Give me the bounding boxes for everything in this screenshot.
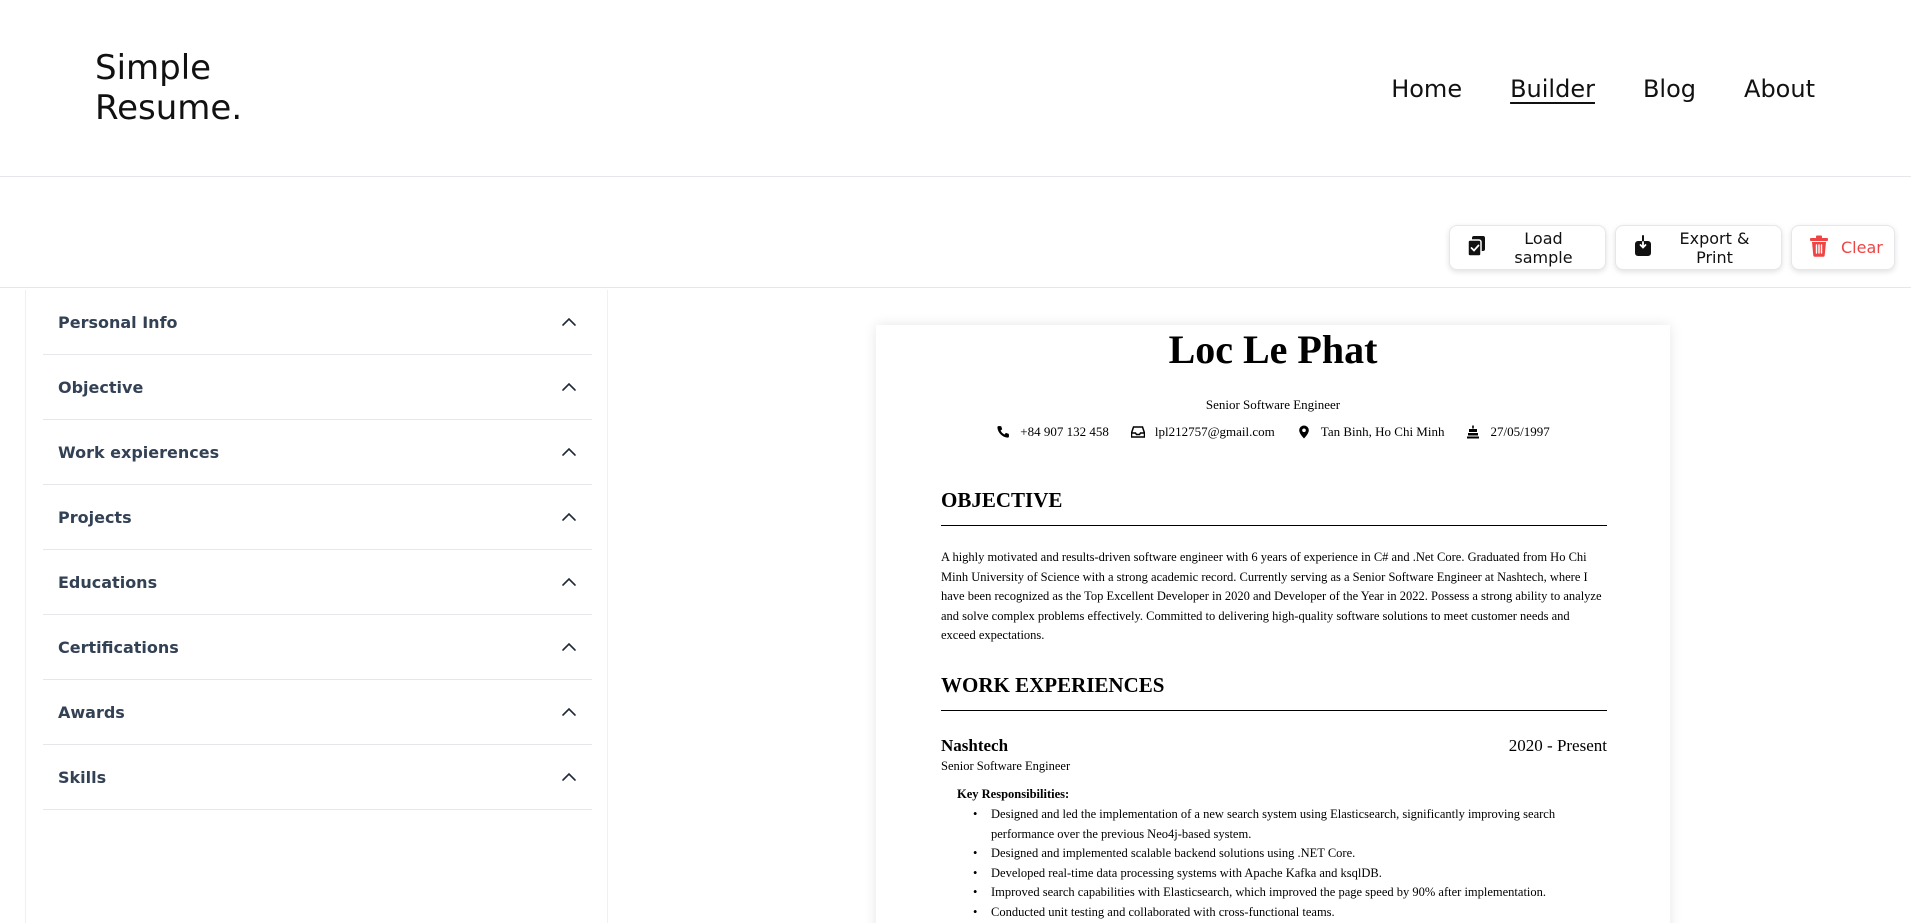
phone-icon <box>996 425 1010 439</box>
job-period: 2020 - Present <box>1508 736 1607 755</box>
export-print-button[interactable]: Export & Print <box>1615 225 1782 270</box>
chevron-up-icon <box>561 512 577 522</box>
list-item: Improved search capabilities with Elasti… <box>973 883 1593 903</box>
location-pin-icon <box>1297 425 1311 439</box>
chevron-up-icon <box>561 707 577 717</box>
contact-birthday-text: 27/05/1997 <box>1490 424 1550 439</box>
accordion-projects[interactable]: Projects <box>43 485 592 550</box>
accordion-label: Projects <box>58 507 132 527</box>
main-nav: Home Builder Blog About <box>1391 73 1815 105</box>
work-experiences-heading: WORK EXPERIENCES <box>941 673 1607 711</box>
objective-text: A highly motivated and results-driven so… <box>941 550 1602 643</box>
accordion-skills[interactable]: Skills <box>43 745 592 810</box>
objective-heading: OBJECTIVE <box>941 488 1607 526</box>
trash-icon <box>1809 235 1829 261</box>
clear-label: Clear <box>1841 238 1883 257</box>
accordion-label: Awards <box>58 702 125 722</box>
clipboard-copy-icon <box>1467 235 1487 261</box>
nav-home[interactable]: Home <box>1391 73 1462 105</box>
accordion-label: Certifications <box>58 637 179 657</box>
inbox-icon <box>1130 425 1145 439</box>
job-role: Senior Software Engineer <box>941 759 1071 773</box>
resume-title: Senior Software Engineer <box>1205 397 1341 412</box>
accordion-label: Personal Info <box>58 312 178 332</box>
brand-line-2: Resume. <box>95 88 243 128</box>
accordion-label: Objective <box>58 377 144 397</box>
chevron-up-icon <box>561 577 577 587</box>
chevron-up-icon <box>561 642 577 652</box>
chevron-up-icon <box>561 447 577 457</box>
contact-location-text: Tan Binh, Ho Chi Minh <box>1320 424 1445 439</box>
contact-birthday: 27/05/1997 <box>1466 424 1550 440</box>
brand-logo[interactable]: Simple Resume. <box>95 48 242 128</box>
resume-name: Loc Le Phat <box>1168 327 1378 372</box>
contact-phone: +84 907 132 458 <box>996 424 1109 440</box>
resume-preview: Loc Le Phat Senior Software Engineer +84… <box>876 325 1670 923</box>
clear-button[interactable]: Clear <box>1791 225 1895 270</box>
accordion-label: Skills <box>58 767 107 787</box>
resume-contacts: +84 907 132 458 lpl212757@gmail.com Tan … <box>876 424 1670 440</box>
accordion-educations[interactable]: Educations <box>43 550 592 615</box>
accordion-label: Work expierences <box>58 442 220 462</box>
list-item: Designed and implemented scalable backen… <box>973 844 1593 864</box>
list-item: Conducted unit testing and collaborated … <box>973 903 1593 923</box>
builder-toolbar: Load sample Export & Print Clear <box>0 177 1911 288</box>
list-item: Developed real-time data processing syst… <box>973 864 1593 884</box>
accordion-label: Educations <box>58 572 158 592</box>
nav-blog[interactable]: Blog <box>1643 73 1696 105</box>
chevron-up-icon <box>561 772 577 782</box>
site-header: Simple Resume. Home Builder Blog About <box>0 0 1911 177</box>
nav-builder[interactable]: Builder <box>1510 73 1595 105</box>
accordion-work-experiences[interactable]: Work expierences <box>43 420 592 485</box>
contact-email: lpl212757@gmail.com <box>1130 424 1275 440</box>
download-icon <box>1633 234 1653 261</box>
job-company: Nashtech <box>941 736 1009 755</box>
chevron-up-icon <box>561 317 577 327</box>
responsibilities-heading: Key Responsibilities: <box>957 787 1070 801</box>
nav-about[interactable]: About <box>1744 73 1815 105</box>
accordion-personal-info[interactable]: Personal Info <box>43 290 592 355</box>
accordion-certifications[interactable]: Certifications <box>43 615 592 680</box>
accordion-awards[interactable]: Awards <box>43 680 592 745</box>
editor-sidebar: Personal Info Objective Work expierences… <box>25 290 608 923</box>
brand-line-1: Simple <box>95 48 212 88</box>
export-print-label: Export & Print <box>1679 228 1750 267</box>
list-item: Designed and led the implementation of a… <box>973 805 1593 844</box>
chevron-up-icon <box>561 382 577 392</box>
load-sample-label: Load sample <box>1514 228 1573 267</box>
contact-email-text: lpl212757@gmail.com <box>1154 424 1275 439</box>
accordion-objective[interactable]: Objective <box>43 355 592 420</box>
responsibilities-list: Designed and led the implementation of a… <box>973 805 1593 922</box>
load-sample-button[interactable]: Load sample <box>1449 225 1606 270</box>
birthday-cake-icon <box>1466 425 1480 439</box>
contact-location: Tan Binh, Ho Chi Minh <box>1297 424 1445 440</box>
contact-phone-text: +84 907 132 458 <box>1020 424 1109 439</box>
